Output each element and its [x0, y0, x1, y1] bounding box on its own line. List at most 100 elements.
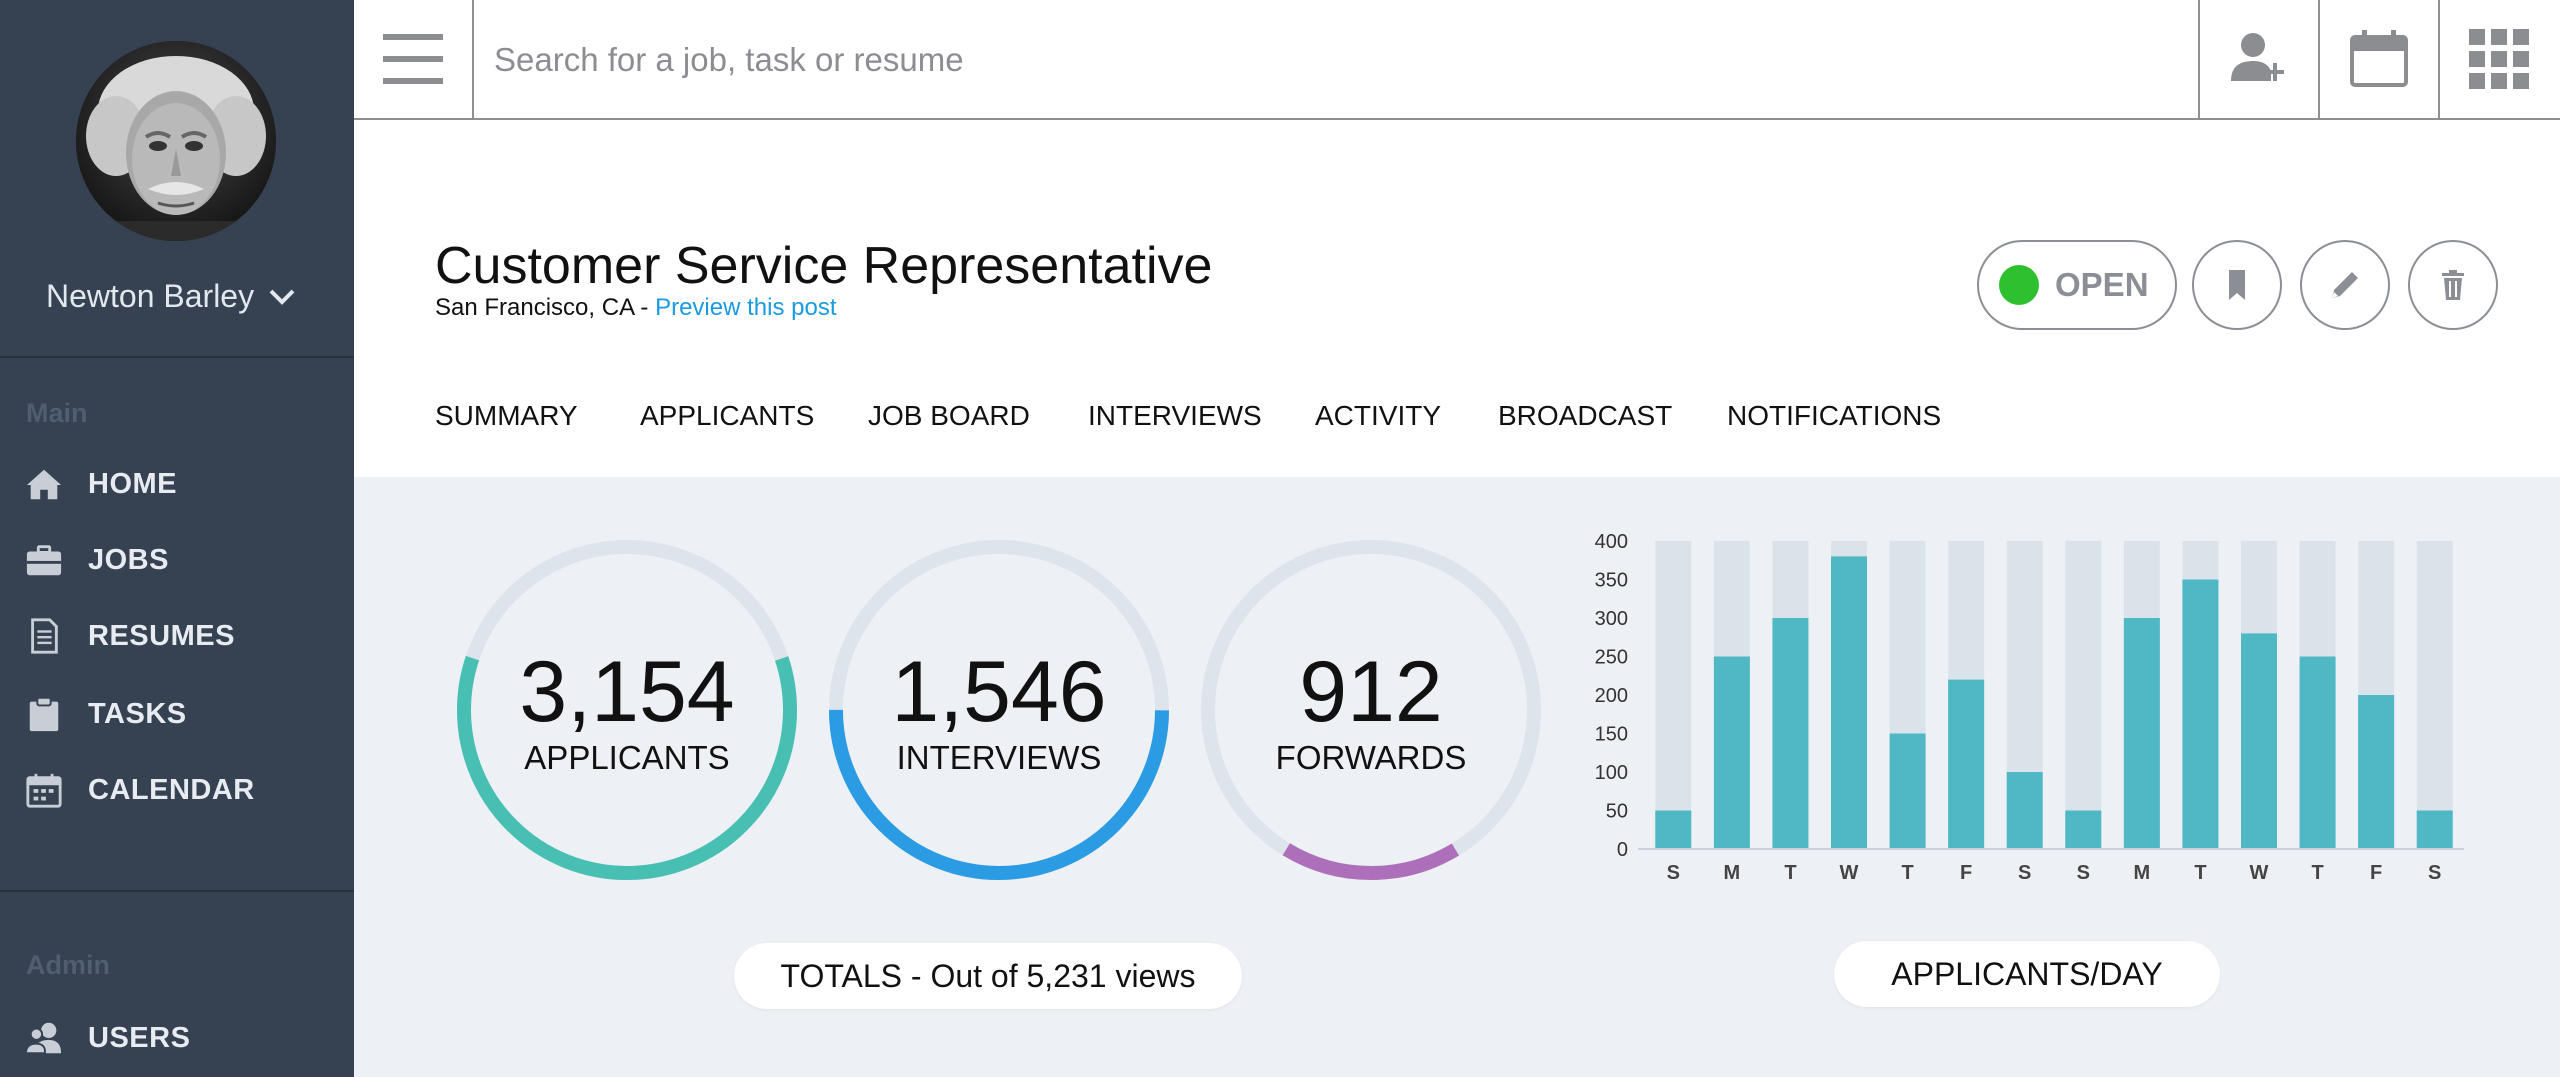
- x-tick-label: F: [1960, 862, 1972, 884]
- stat-value: 3,154: [519, 644, 735, 740]
- bookmark-button[interactable]: [2192, 240, 2282, 330]
- sidebar-item-label: CALENDAR: [88, 773, 255, 806]
- sidebar: Newton Barley Main HOME JOBS RESUMES TAS…: [0, 0, 354, 1077]
- bar: [2358, 695, 2395, 849]
- bar: [1655, 810, 1692, 849]
- sidebar-item-home[interactable]: HOME: [24, 456, 177, 512]
- apps-grid-icon: [2469, 29, 2529, 89]
- tab-activity[interactable]: ACTIVITY: [1315, 400, 1441, 432]
- bar: [2182, 579, 2219, 849]
- tab-job-board[interactable]: JOB BOARD: [868, 400, 1030, 432]
- x-tick-label: T: [1784, 862, 1796, 884]
- add-user-button[interactable]: [2198, 0, 2318, 118]
- search-input[interactable]: [494, 30, 1994, 90]
- bar-chart: 0 50 100 150 200 250 300 350 400 S M T W T F S S M T W T F S: [1595, 531, 2464, 884]
- y-tick-label: 250: [1595, 647, 1628, 669]
- user-photo-icon: [76, 41, 276, 241]
- stat-label: INTERVIEWS: [896, 739, 1102, 776]
- menu-button[interactable]: [354, 0, 474, 118]
- sidebar-item-tasks[interactable]: TASKS: [24, 686, 187, 742]
- sidebar-item-label: JOBS: [88, 543, 169, 576]
- bar-track: [1655, 541, 1692, 849]
- status-toggle-button[interactable]: OPEN: [1977, 240, 2177, 330]
- sidebar-item-calendar[interactable]: CALENDAR: [24, 762, 255, 818]
- y-tick-label: 100: [1595, 762, 1628, 784]
- divider: [0, 356, 354, 358]
- bar: [2416, 810, 2453, 849]
- bar: [2241, 633, 2277, 849]
- calendar-icon: [2350, 30, 2408, 87]
- location-text: San Francisco, CA -: [435, 294, 656, 321]
- bar: [2006, 772, 2043, 849]
- chart-label: APPLICANTS/DAY: [1834, 941, 2220, 1007]
- x-tick-label: M: [1724, 862, 1741, 884]
- document-icon: [24, 616, 64, 656]
- apps-button[interactable]: [2438, 0, 2558, 118]
- bar-track: [2416, 541, 2453, 849]
- stat-value: 1,546: [891, 644, 1107, 740]
- tab-notifications[interactable]: NOTIFICATIONS: [1727, 400, 1941, 432]
- y-tick-label: 200: [1595, 685, 1628, 707]
- hamburger-icon: [383, 34, 443, 84]
- x-tick-label: T: [2194, 862, 2206, 884]
- y-tick-label: 150: [1595, 724, 1628, 746]
- clipboard-icon: [24, 694, 64, 734]
- y-tick-label: 400: [1595, 531, 1628, 553]
- user-name: Newton Barley: [46, 278, 255, 314]
- sidebar-item-label: RESUMES: [88, 619, 235, 652]
- tab-interviews[interactable]: INTERVIEWS: [1088, 400, 1262, 432]
- chevron-down-icon: [269, 289, 295, 305]
- tab-applicants[interactable]: APPLICANTS: [640, 400, 814, 432]
- status-label: OPEN: [2055, 266, 2149, 303]
- section-label-main: Main: [26, 398, 88, 428]
- y-tick-label: 300: [1595, 608, 1628, 630]
- sidebar-item-jobs[interactable]: JOBS: [24, 532, 169, 588]
- preview-link[interactable]: Preview this post: [655, 294, 836, 321]
- stat-value: 912: [1299, 644, 1443, 740]
- avatar[interactable]: [76, 41, 276, 241]
- y-tick-label: 0: [1617, 839, 1628, 861]
- x-tick-label: W: [2250, 862, 2269, 884]
- calendar-button[interactable]: [2318, 0, 2438, 118]
- x-tick-label: S: [2428, 862, 2441, 884]
- applicants-per-day-chart: 0 50 100 150 200 250 300 350 400 S M T W T F S S M T W T F S: [1574, 519, 2474, 949]
- sidebar-item-label: USERS: [88, 1021, 191, 1054]
- job-location: San Francisco, CA - Preview this post: [435, 294, 836, 322]
- x-tick-label: S: [2018, 862, 2031, 884]
- divider: [0, 890, 354, 892]
- stat-label: FORWARDS: [1275, 739, 1467, 776]
- users-icon: [24, 1018, 64, 1058]
- tab-summary[interactable]: SUMMARY: [435, 400, 578, 432]
- home-icon: [24, 464, 64, 504]
- tab-broadcast[interactable]: BROADCAST: [1498, 400, 1672, 432]
- user-menu[interactable]: Newton Barley: [46, 278, 296, 315]
- stat-label: APPLICANTS: [524, 739, 730, 776]
- x-tick-label: S: [1667, 862, 1680, 884]
- bar: [1713, 656, 1750, 849]
- pencil-icon: [2332, 272, 2358, 298]
- x-tick-label: T: [2311, 862, 2323, 884]
- bar: [1889, 733, 1926, 849]
- top-bar: [354, 0, 2560, 120]
- sidebar-item-label: HOME: [88, 467, 177, 500]
- summary-panel: 3,154 APPLICANTS 1,546 INTERVIEWS 912 FO…: [354, 477, 2560, 1077]
- calendar-icon: [24, 770, 64, 810]
- add-user-icon: [2231, 33, 2284, 81]
- bar: [2123, 618, 2160, 849]
- stat-interviews: 1,546 INTERVIEWS: [824, 535, 1174, 885]
- totals-label: TOTALS - Out of 5,231 views: [734, 943, 1242, 1009]
- y-tick-label: 50: [1606, 801, 1628, 823]
- sidebar-item-resumes[interactable]: RESUMES: [24, 608, 235, 664]
- bar: [1772, 618, 1809, 849]
- sidebar-item-users[interactable]: USERS: [24, 1010, 190, 1066]
- x-tick-label: S: [2077, 862, 2090, 884]
- x-tick-label: W: [1840, 862, 1859, 884]
- x-tick-label: F: [2370, 862, 2382, 884]
- page-title: Customer Service Representative: [435, 237, 1213, 295]
- delete-button[interactable]: [2408, 240, 2498, 330]
- bookmark-icon: [2229, 270, 2245, 300]
- sidebar-item-label: TASKS: [88, 697, 187, 730]
- stat-forwards: 912 FORWARDS: [1196, 535, 1546, 885]
- section-label-admin: Admin: [26, 950, 110, 980]
- edit-button[interactable]: [2300, 240, 2390, 330]
